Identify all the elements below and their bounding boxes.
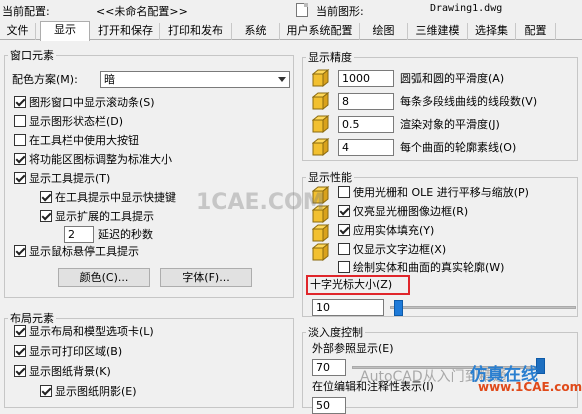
checkbox-icon[interactable] bbox=[14, 245, 26, 257]
checkbox-solid-fill[interactable]: 应用实体填充(Y) bbox=[338, 224, 434, 239]
tab-system[interactable]: 系统 bbox=[232, 23, 280, 40]
checkbox-show-tooltips[interactable]: 显示工具提示(T) bbox=[14, 172, 110, 187]
tab-display[interactable]: 显示 bbox=[40, 21, 90, 41]
checkbox-icon[interactable] bbox=[40, 385, 52, 397]
performance-icon bbox=[312, 205, 330, 223]
crosshair-size-slider[interactable] bbox=[390, 306, 576, 309]
checkbox-icon[interactable] bbox=[14, 153, 26, 165]
xref-fade-input[interactable]: 70 bbox=[312, 359, 346, 376]
checkbox-icon[interactable] bbox=[14, 96, 26, 108]
tab-open-save[interactable]: 打开和保存 bbox=[92, 23, 160, 40]
crosshair-size-label: 十字光标大小(Z) bbox=[310, 278, 393, 291]
resolution-icon bbox=[312, 69, 330, 87]
checkbox-icon[interactable] bbox=[14, 365, 26, 377]
rendered-smoothness-label: 渲染对象的平滑度(J) bbox=[400, 118, 500, 131]
checkbox-icon[interactable] bbox=[40, 191, 52, 203]
checkbox-text-frame-only[interactable]: 仅显示文字边框(X) bbox=[338, 243, 446, 258]
rendered-smoothness-input[interactable]: 0.5 bbox=[338, 116, 394, 133]
checkbox-ribbon-icon-size[interactable]: 将功能区图标调整为标准大小 bbox=[14, 153, 172, 168]
performance-icon bbox=[312, 243, 330, 261]
crosshair-size-input[interactable]: 10 bbox=[312, 299, 384, 316]
checkbox-large-buttons[interactable]: 在工具栏中使用大按钮 bbox=[14, 134, 139, 149]
color-scheme-select[interactable]: 暗 bbox=[100, 71, 290, 88]
tab-files[interactable]: 文件 bbox=[0, 23, 36, 40]
polyline-segments-label: 每条多段线曲线的线段数(V) bbox=[400, 95, 538, 108]
color-scheme-label: 配色方案(M): bbox=[12, 73, 78, 86]
layout-elements-title: 布局元素 bbox=[8, 310, 56, 326]
tab-user-preferences[interactable]: 用户系统配置 bbox=[280, 23, 360, 40]
chevron-down-icon bbox=[278, 77, 286, 82]
checkbox-icon[interactable] bbox=[338, 261, 350, 273]
contour-lines-label: 每个曲面的轮廓素线(O) bbox=[400, 141, 517, 154]
display-resolution-title: 显示精度 bbox=[306, 49, 354, 65]
xref-fade-label: 外部参照显示(E) bbox=[312, 342, 394, 355]
tab-plot-publish[interactable]: 打印和发布 bbox=[160, 23, 232, 40]
color-scheme-value: 暗 bbox=[104, 73, 115, 86]
checkbox-icon[interactable] bbox=[40, 210, 52, 222]
performance-icon bbox=[312, 224, 330, 242]
inplace-fade-label: 在位编辑和注释性表示(I) bbox=[312, 380, 434, 393]
colors-button[interactable]: 颜色(C)... bbox=[58, 268, 150, 287]
current-config-label: 当前配置: bbox=[2, 5, 50, 18]
checkbox-paper-shadow[interactable]: 显示图纸阴影(E) bbox=[40, 385, 137, 400]
options-header: 当前配置: <<未命名配置>> 当前图形: Drawing1.dwg bbox=[0, 0, 582, 22]
xref-fade-slider[interactable] bbox=[352, 366, 542, 369]
checkbox-icon[interactable] bbox=[338, 224, 350, 236]
display-performance-title: 显示性能 bbox=[306, 169, 354, 185]
checkbox-icon[interactable] bbox=[338, 243, 350, 255]
checkbox-icon[interactable] bbox=[14, 134, 26, 146]
checkbox-extended-tooltips[interactable]: 显示扩展的工具提示 bbox=[40, 210, 154, 225]
fonts-button[interactable]: 字体(F)... bbox=[160, 268, 252, 287]
crosshair-slider-thumb[interactable] bbox=[394, 300, 403, 316]
checkbox-icon[interactable] bbox=[14, 115, 26, 127]
checkbox-icon[interactable] bbox=[338, 205, 350, 217]
polyline-segments-input[interactable]: 8 bbox=[338, 93, 394, 110]
checkbox-icon[interactable] bbox=[14, 325, 26, 337]
checkbox-drawing-status-bar[interactable]: 显示图形状态栏(D) bbox=[14, 115, 123, 130]
contour-lines-input[interactable]: 4 bbox=[338, 139, 394, 156]
checkbox-layout-model-tabs[interactable]: 显示布局和模型选项卡(L) bbox=[14, 325, 154, 340]
tooltip-delay-label: 延迟的秒数 bbox=[98, 228, 153, 241]
xref-fade-slider-thumb[interactable] bbox=[536, 358, 545, 374]
checkbox-scrollbars[interactable]: 图形窗口中显示滚动条(S) bbox=[14, 96, 155, 111]
resolution-icon bbox=[312, 92, 330, 110]
arc-smoothness-input[interactable]: 1000 bbox=[338, 70, 394, 87]
current-config-value: <<未命名配置>> bbox=[96, 5, 188, 18]
resolution-icon bbox=[312, 138, 330, 156]
fade-control-title: 淡入度控制 bbox=[306, 324, 365, 340]
checkbox-raster-frame-highlight[interactable]: 仅亮显光栅图像边框(R) bbox=[338, 205, 468, 220]
checkbox-icon[interactable] bbox=[14, 172, 26, 184]
current-drawing-value: Drawing1.dwg bbox=[430, 3, 503, 14]
current-drawing-label: 当前图形: bbox=[316, 5, 364, 18]
tooltip-delay-input[interactable]: 2 bbox=[64, 226, 94, 243]
tab-3d-modeling[interactable]: 三维建模 bbox=[408, 23, 468, 40]
arc-smoothness-label: 圆弧和圆的平滑度(A) bbox=[400, 72, 505, 85]
performance-icon bbox=[312, 186, 330, 204]
options-tab-bar: 文件 显示 打开和保存 打印和发布 系统 用户系统配置 绘图 三维建模 选择集 … bbox=[0, 21, 582, 41]
checkbox-shortcut-in-tooltips[interactable]: 在工具提示中显示快捷键 bbox=[40, 191, 176, 206]
tab-selection[interactable]: 选择集 bbox=[468, 23, 516, 40]
checkbox-paper-background[interactable]: 显示图纸背景(K) bbox=[14, 365, 111, 380]
tab-drafting[interactable]: 绘图 bbox=[360, 23, 408, 40]
resolution-icon bbox=[312, 115, 330, 133]
checkbox-true-silhouettes[interactable]: 绘制实体和曲面的真实轮廓(W) bbox=[338, 261, 504, 276]
checkbox-hover-tooltips[interactable]: 显示鼠标悬停工具提示 bbox=[14, 245, 139, 260]
drawing-file-icon bbox=[296, 3, 308, 17]
checkbox-raster-ole-pan[interactable]: 使用光栅和 OLE 进行平移与缩放(P) bbox=[338, 186, 529, 201]
checkbox-printable-area[interactable]: 显示可打印区域(B) bbox=[14, 345, 122, 360]
checkbox-icon[interactable] bbox=[338, 186, 350, 198]
tab-profiles[interactable]: 配置 bbox=[516, 23, 556, 40]
checkbox-icon[interactable] bbox=[14, 345, 26, 357]
window-elements-title: 窗口元素 bbox=[8, 47, 56, 63]
